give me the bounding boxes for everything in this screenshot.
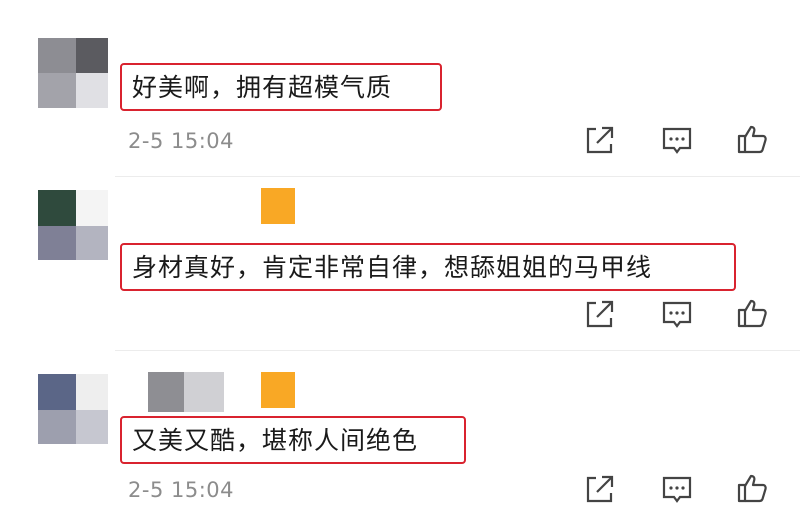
timestamp: 2-5 15:04	[128, 129, 234, 153]
comment-icon[interactable]	[660, 124, 694, 158]
thumbs-up-icon[interactable]	[736, 296, 770, 330]
comment-icon[interactable]	[660, 298, 694, 332]
badge-icon	[261, 188, 295, 224]
avatar[interactable]	[38, 374, 108, 444]
thumbs-up-icon[interactable]	[736, 471, 770, 505]
username-blur	[148, 372, 184, 412]
comment-text: 好美啊，拥有超模气质	[120, 63, 442, 111]
timestamp: 2-5 15:04	[128, 478, 234, 502]
badge-icon	[261, 372, 295, 408]
share-icon[interactable]	[582, 473, 616, 507]
comment-text: 身材真好，肯定非常自律，想舔姐姐的马甲线	[120, 243, 736, 291]
share-icon[interactable]	[582, 298, 616, 332]
username-blur	[184, 372, 224, 412]
divider	[115, 176, 800, 177]
thumbs-up-icon[interactable]	[736, 122, 770, 156]
comment-text: 又美又酷，堪称人间绝色	[120, 416, 466, 464]
comment-icon[interactable]	[660, 473, 694, 507]
share-icon[interactable]	[582, 124, 616, 158]
avatar[interactable]	[38, 190, 108, 260]
divider	[115, 350, 800, 351]
avatar[interactable]	[38, 38, 108, 108]
